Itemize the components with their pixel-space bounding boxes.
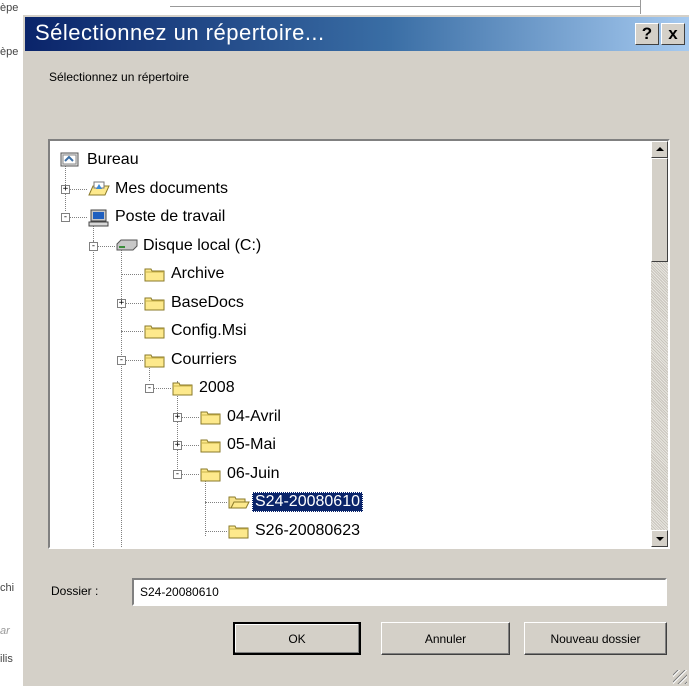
expand-icon[interactable]: + <box>117 298 126 308</box>
folder-icon <box>228 523 249 539</box>
arrow-down-icon <box>656 537 664 541</box>
folder-icon <box>200 409 221 425</box>
cancel-button[interactable]: Annuler <box>381 622 510 655</box>
folder-icon <box>200 437 221 453</box>
tree-item-label: Bureau <box>87 151 139 168</box>
my-documents-icon <box>88 181 110 197</box>
tree-item[interactable]: Disque local (C:) <box>116 235 264 257</box>
folder-tree-content: Bureau + Mes documents - Poste de travail - Di… <box>50 141 636 547</box>
background-text: èpe <box>0 46 19 58</box>
tree-item-label: Config.Msi <box>171 322 247 339</box>
help-button[interactable]: ? <box>635 23 659 45</box>
tree-item[interactable]: Poste de travail <box>88 206 228 228</box>
folder-open-icon <box>228 494 250 510</box>
folder-icon <box>144 295 165 311</box>
collapse-icon[interactable]: - <box>145 384 154 393</box>
background-window: èpe èpe chi ar ilis <box>0 0 22 686</box>
tree-item-label: 06-Juin <box>227 464 280 482</box>
tree-connector <box>121 331 143 332</box>
scroll-thumb[interactable] <box>651 158 668 262</box>
desktop-icon <box>60 152 80 168</box>
tree-item-label: Poste de travail <box>115 208 226 225</box>
tree-item[interactable]: S26-20080623 <box>228 520 363 542</box>
title-bar[interactable]: Sélectionnez un répertoire... ? x <box>25 17 689 51</box>
vertical-scrollbar[interactable] <box>651 141 668 547</box>
background-field <box>170 0 640 7</box>
select-directory-dialog: Sélectionnez un répertoire... ? x Sélect… <box>22 14 689 686</box>
collapse-icon[interactable]: - <box>61 213 70 222</box>
tree-item[interactable]: S24-20080610 <box>228 491 363 513</box>
folder-icon <box>172 380 193 396</box>
arrow-up-icon <box>656 147 664 151</box>
folder-icon <box>144 352 165 368</box>
folder-icon <box>144 323 165 339</box>
tree-item[interactable]: Courriers <box>144 349 240 371</box>
new-folder-button[interactable]: Nouveau dossier <box>524 622 667 655</box>
expand-icon[interactable]: + <box>173 441 182 450</box>
tree-item[interactable]: 06-Juin <box>200 463 282 485</box>
folder-icon <box>200 466 221 482</box>
scroll-down-button[interactable] <box>651 530 668 547</box>
scroll-up-button[interactable] <box>651 141 668 158</box>
close-button[interactable]: x <box>661 23 685 45</box>
background-text: èpe <box>0 2 19 14</box>
collapse-icon[interactable]: - <box>89 241 98 251</box>
tree-item[interactable]: Archive <box>144 263 227 285</box>
tree-item[interactable]: 05-Mai <box>200 434 279 456</box>
tree-connector <box>205 530 227 532</box>
tree-item[interactable]: Config.Msi <box>144 320 250 342</box>
expand-icon[interactable]: + <box>173 412 182 422</box>
tree-item-label: BaseDocs <box>171 293 244 311</box>
tree-item-label: Disque local (C:) <box>143 236 262 254</box>
tree-guide-line <box>121 241 122 547</box>
ok-button[interactable]: OK <box>233 622 361 655</box>
disk-drive-icon <box>116 238 138 254</box>
tree-item[interactable]: BaseDocs <box>144 292 247 314</box>
my-computer-icon <box>88 209 109 227</box>
folder-icon <box>144 266 165 282</box>
background-text: chi <box>0 582 15 594</box>
tree-guide-line <box>93 241 94 547</box>
dialog-title: Sélectionnez un répertoire... <box>35 20 325 45</box>
tree-item-label: 04-Avril <box>227 407 281 425</box>
tree-item-label: S26-20080623 <box>255 521 360 539</box>
collapse-icon[interactable]: - <box>173 469 182 479</box>
tree-item-label: 05-Mai <box>227 436 276 453</box>
tree-item-label: Courriers <box>171 350 237 368</box>
expand-icon[interactable]: + <box>61 184 70 194</box>
background-text: ilis <box>0 653 13 665</box>
tree-item-label: S24-20080610 <box>252 492 363 512</box>
collapse-icon[interactable]: - <box>117 355 126 365</box>
tree-item[interactable]: Mes documents <box>88 178 231 200</box>
tree-connector <box>205 502 227 503</box>
folder-input[interactable] <box>132 578 667 606</box>
tree-connector <box>121 274 143 275</box>
background-divider <box>640 0 641 14</box>
tree-item-label: Archive <box>171 265 225 282</box>
dialog-prompt: Sélectionnez un répertoire <box>49 70 190 84</box>
folder-label: Dossier : <box>51 584 99 598</box>
tree-item[interactable]: 04-Avril <box>200 406 284 428</box>
tree-item[interactable]: Bureau <box>60 149 142 171</box>
tree-item-label: Mes documents <box>115 179 228 197</box>
resize-grip-icon[interactable] <box>673 670 687 684</box>
tree-item[interactable]: 2008 <box>172 377 238 399</box>
background-text: ar <box>0 625 10 637</box>
folder-tree[interactable]: Bureau + Mes documents - Poste de travail - Di… <box>48 139 670 549</box>
tree-item-label: 2008 <box>199 379 235 396</box>
